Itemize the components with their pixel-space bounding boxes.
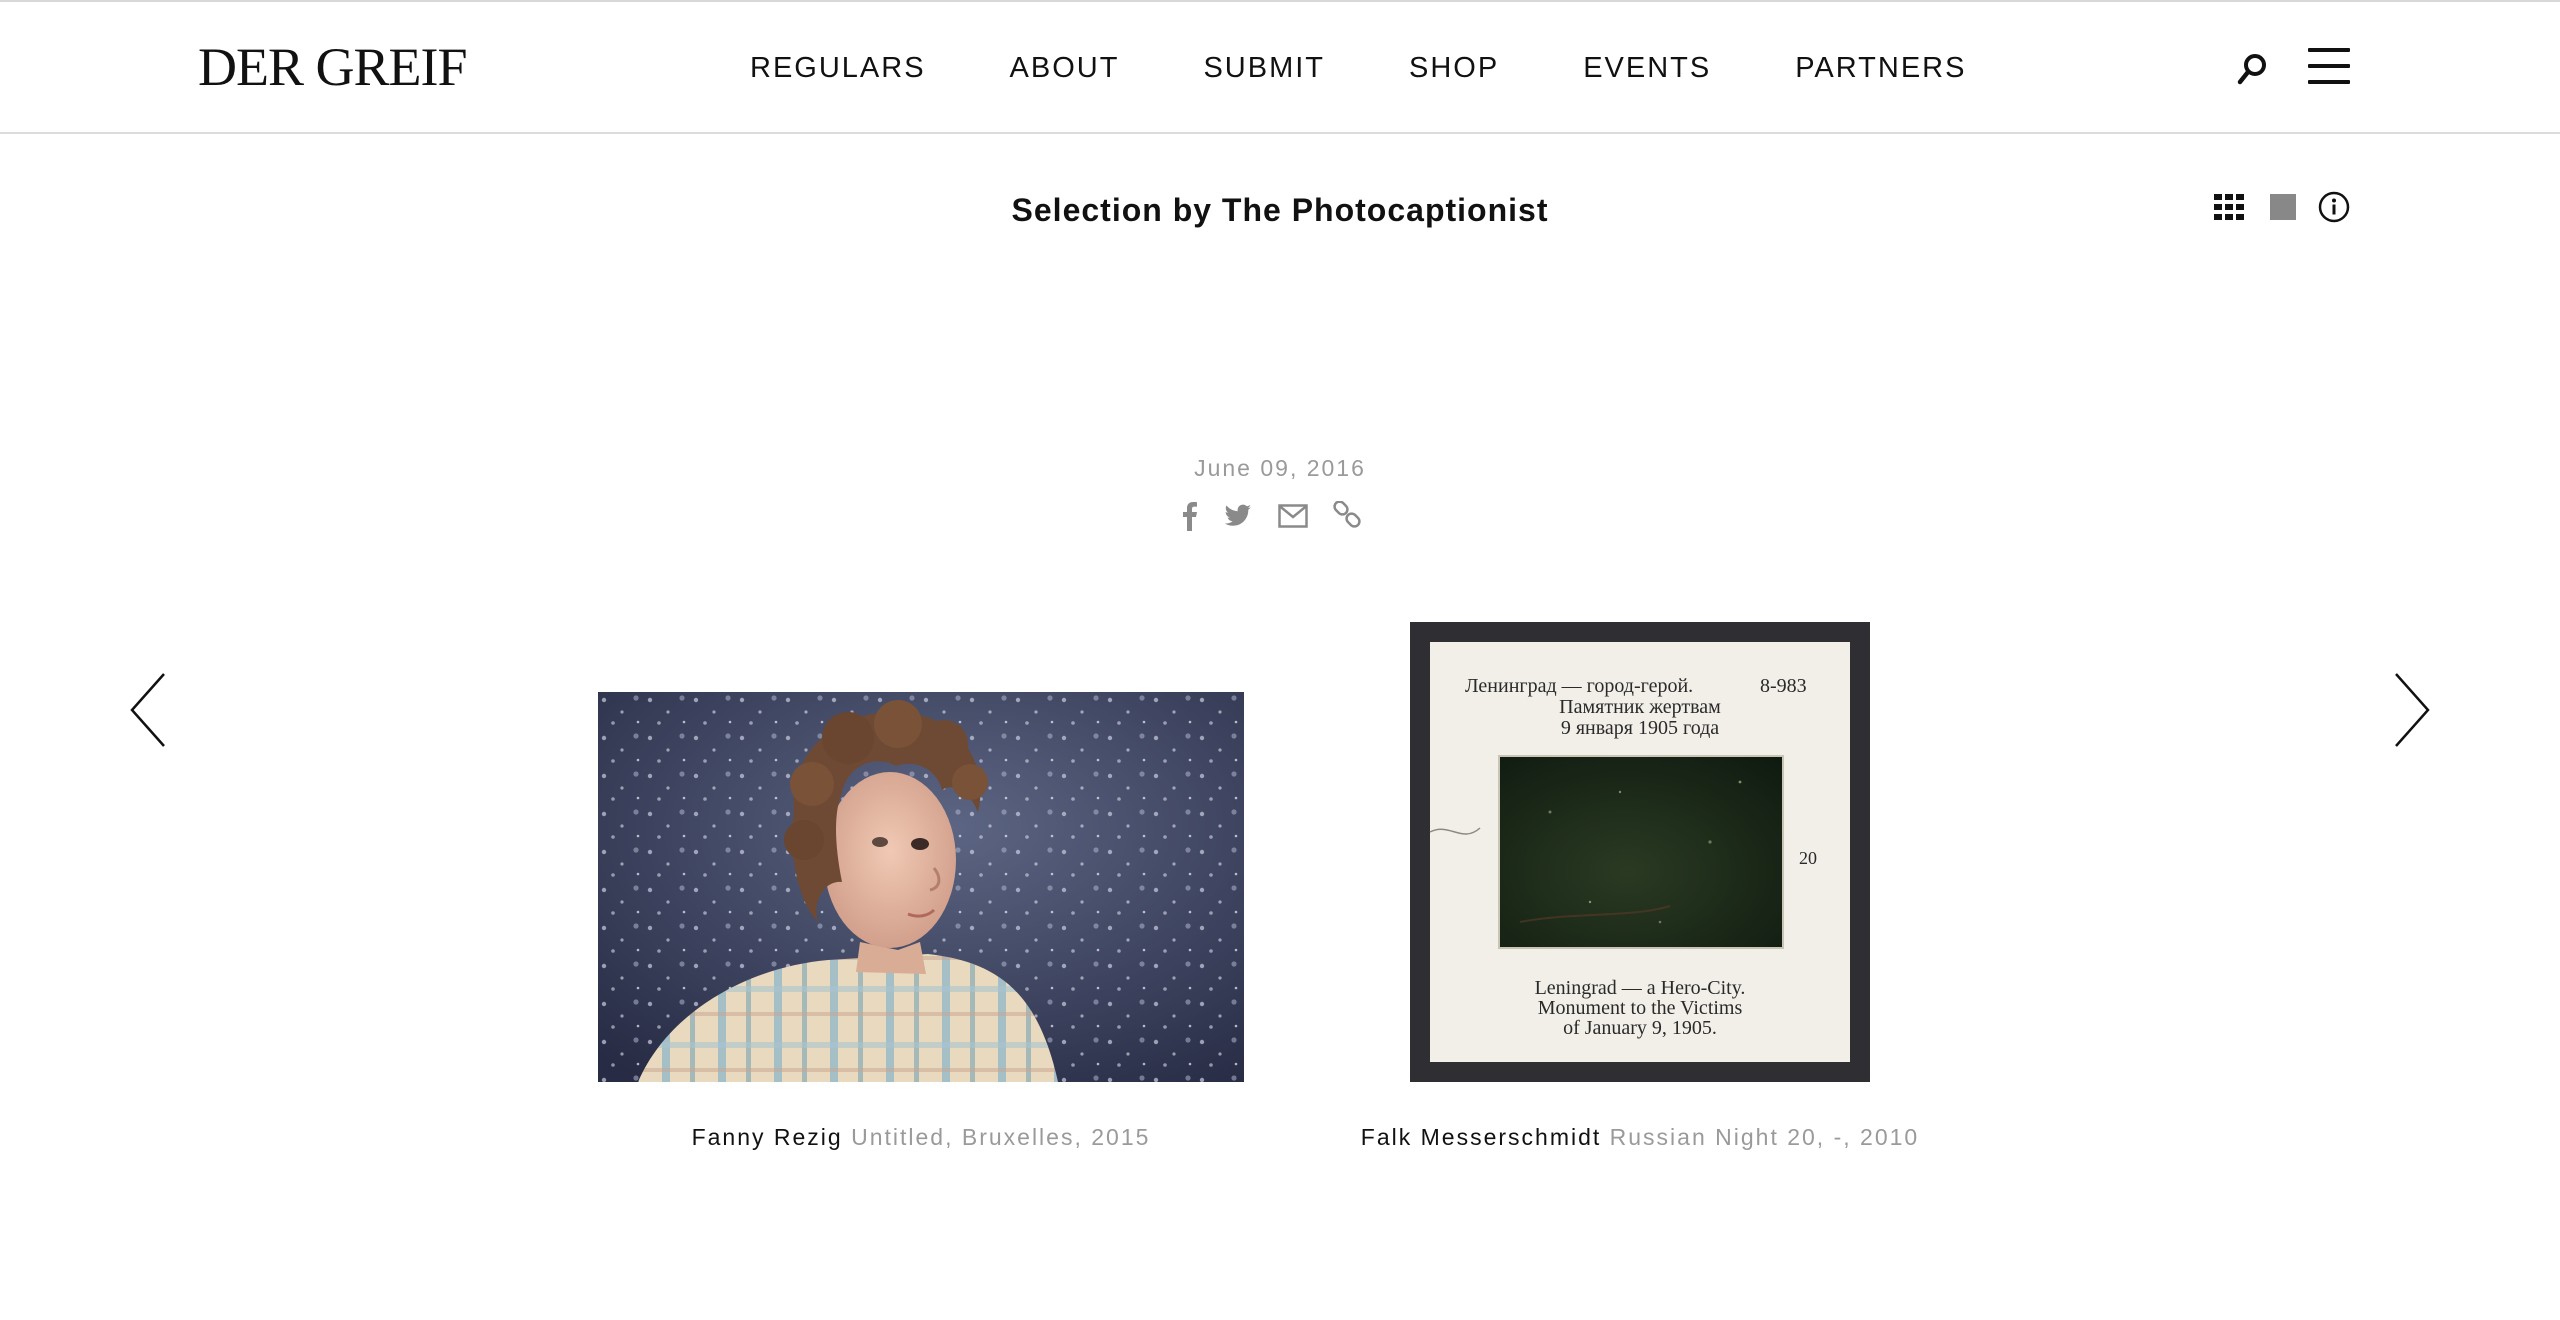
artist-name[interactable]: Fanny Rezig [692, 1124, 843, 1150]
chevron-left-icon[interactable] [128, 672, 168, 748]
gallery-photo-boy[interactable] [598, 692, 1244, 1082]
page-title: Selection by The Photocaptionist [1011, 192, 1549, 228]
caption-item-2: Falk Messerschmidt Russian Night 20, -, … [1300, 1120, 1980, 1154]
info-icon[interactable] [2318, 191, 2350, 223]
slide-text-en-1: Leningrad — a Hero-City. [1535, 977, 1746, 999]
slide-side-number: 20 [1799, 848, 1817, 868]
single-view-icon[interactable] [2270, 194, 2296, 220]
slide-text-ru-1: Ленинград — город-герой. [1465, 675, 1693, 697]
main-nav: REGULARS ABOUT SUBMIT SHOP EVENTS PARTNE… [750, 48, 1966, 88]
search-icon[interactable] [2236, 52, 2270, 86]
work-title: Russian Night 20, -, 2010 [1609, 1124, 1920, 1150]
share-bar [1182, 499, 1362, 536]
view-tools [2214, 190, 2350, 224]
artist-name[interactable]: Falk Messerschmidt [1361, 1124, 1601, 1150]
twitter-icon[interactable] [1224, 504, 1252, 533]
grid-view-icon[interactable] [2214, 194, 2244, 220]
nav-events[interactable]: EVENTS [1583, 48, 1711, 88]
nav-about[interactable]: ABOUT [1010, 48, 1120, 88]
site-logo[interactable]: DER GREIF [198, 34, 468, 100]
nav-regulars[interactable]: REGULARS [750, 48, 926, 88]
site-header: DER GREIF REGULARS ABOUT SUBMIT SHOP EVE… [0, 2, 2560, 134]
gallery-photo-slide[interactable]: Ленинград — город-герой. 8-983 Памятник … [1410, 622, 1870, 1082]
nav-submit[interactable]: SUBMIT [1203, 48, 1325, 88]
post-date: June 09, 2016 [1194, 455, 1366, 481]
slide-number: 8-983 [1760, 675, 1807, 697]
chevron-right-icon[interactable] [2392, 672, 2432, 748]
nav-partners[interactable]: PARTNERS [1795, 48, 1966, 88]
slide-text-ru-3: 9 января 1905 года [1561, 717, 1719, 739]
work-title: Untitled, Bruxelles, 2015 [851, 1124, 1151, 1150]
email-icon[interactable] [1278, 503, 1308, 533]
link-icon[interactable] [1332, 499, 1362, 536]
nav-shop[interactable]: SHOP [1409, 48, 1499, 88]
hamburger-menu-icon[interactable] [2308, 48, 2350, 84]
slide-text-ru-2: Памятник жертвам [1559, 696, 1721, 718]
slide-text-en-2: Monument to the Victims [1538, 997, 1743, 1019]
caption-item-1: Fanny Rezig Untitled, Bruxelles, 2015 [598, 1120, 1244, 1154]
slide-text-en-3: of January 9, 1905. [1563, 1017, 1717, 1039]
facebook-icon[interactable] [1182, 501, 1198, 536]
